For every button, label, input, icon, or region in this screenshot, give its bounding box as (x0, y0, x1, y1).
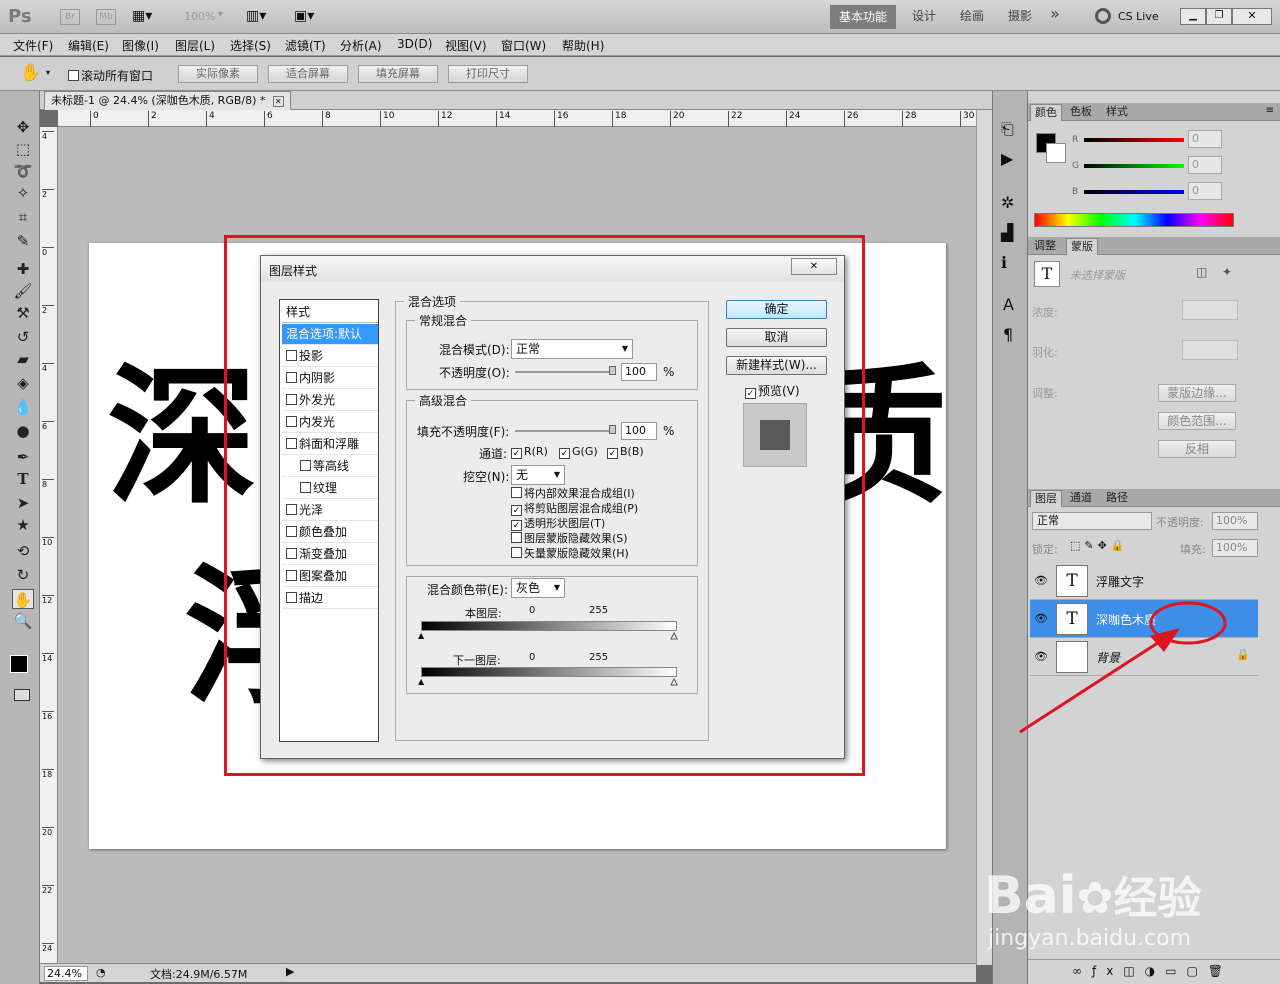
watermark-brand: Bai✿经验 (984, 862, 1201, 926)
watermark-brand-text: Bai (984, 866, 1077, 926)
watermark-brand-text2: 经验 (1113, 873, 1202, 924)
annotation-overlay (1019, 601, 1227, 734)
watermark-url: jingyan.baidu.com (988, 926, 1192, 951)
annotation-arrow-line (1019, 633, 1171, 734)
watermark-paw-icon: ✿ (1076, 873, 1114, 924)
